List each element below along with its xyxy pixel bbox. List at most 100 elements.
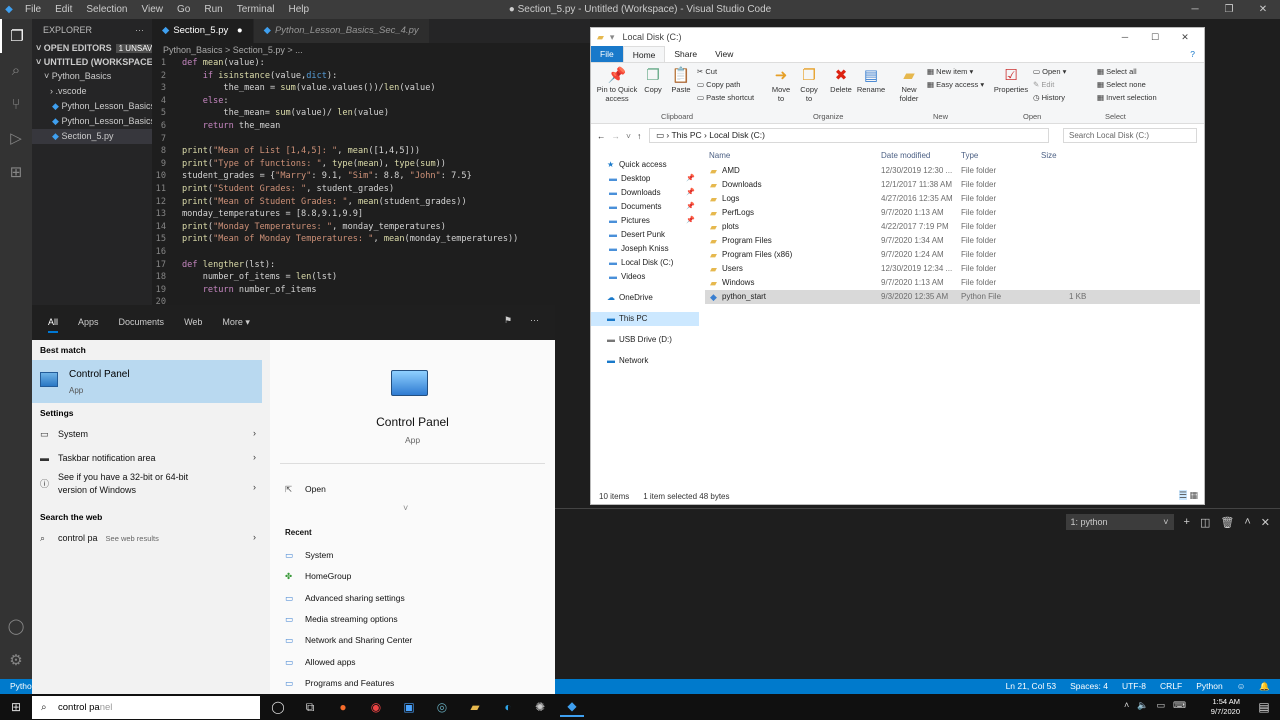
recent-item[interactable]: ▭ Programs and Features [285, 678, 394, 689]
forward-icon[interactable]: → [612, 131, 621, 141]
more-actions-icon[interactable]: ··· [135, 19, 144, 41]
menu-terminal[interactable]: Terminal [237, 4, 275, 15]
file-row[interactable]: ▰ Windows 9/7/2020 1:13 AM File folder [705, 276, 1200, 290]
pin-icon[interactable]: 📌 [686, 200, 695, 214]
menu-run[interactable]: Run [204, 4, 222, 15]
code-line[interactable]: 13 monday_temperatures = [8.8,9.1,9.9] [152, 208, 590, 221]
pin-icon[interactable]: 📌 [686, 214, 695, 228]
status-eol[interactable]: CRLF [1160, 679, 1182, 694]
tree-file-selected[interactable]: ◆ Section_5.py [32, 129, 152, 144]
code-line[interactable]: 15 print("Mean of Monday Temperatures: ",… [152, 233, 590, 246]
code-line[interactable]: 18 number_of_items = len(lst) [152, 271, 590, 284]
menu-view[interactable]: View [142, 4, 164, 15]
new-terminal-icon[interactable]: + [1184, 516, 1190, 528]
nav-item[interactable]: ▬ Local Disk (C:) [591, 256, 699, 270]
maximize-button[interactable]: ❐ [1212, 0, 1246, 19]
vscode-taskbar-icon[interactable]: ◆ [560, 697, 584, 717]
crumb-local-disk[interactable]: Local Disk (C:) [709, 130, 765, 140]
chevron-right-icon[interactable]: › [253, 452, 256, 462]
code-line[interactable]: 3 the_mean = sum(value.values())/len(val… [152, 82, 590, 95]
code-line[interactable]: 12 print("Mean of Student Grades: ", mean… [152, 196, 590, 209]
feedback-icon[interactable]: ☺ [1237, 679, 1246, 694]
open-button[interactable]: ▭ Open ▾ [1033, 67, 1066, 76]
nav-item[interactable]: ▬ Joseph Kniss [591, 242, 699, 256]
account-icon[interactable]: ◯ [0, 609, 32, 643]
code-line[interactable]: 14 print("Monday Temperatures: ", monday_… [152, 221, 590, 234]
breadcrumb[interactable]: Python_Basics > Section_5.py > ... [152, 43, 590, 57]
minimize-button[interactable]: ─ [1178, 0, 1212, 19]
paste-shortcut-button[interactable]: ▭ Paste shortcut [697, 93, 754, 102]
col-size[interactable]: Size [1041, 151, 1057, 160]
status-cursor[interactable]: Ln 21, Col 53 [1006, 679, 1057, 694]
search-icon[interactable]: ⌕ [0, 53, 32, 87]
help-icon[interactable]: ? [1181, 46, 1204, 62]
file-row[interactable]: ▰ PerfLogs 9/7/2020 1:13 AM File folder [705, 206, 1200, 220]
pin-quick-access-button[interactable]: 📌 Pin to Quick access [595, 67, 639, 103]
code-line[interactable]: 5 the_mean= sum(value)/ len(value) [152, 107, 590, 120]
code-editor[interactable]: 1 def mean(value): 2 if isinstance(value,d… [152, 57, 590, 307]
nav-item[interactable]: ★ Quick access [591, 158, 699, 172]
col-date[interactable]: Date modified [881, 151, 930, 160]
nav-item[interactable]: ☁ OneDrive [591, 291, 699, 305]
chevron-right-icon[interactable]: › [253, 428, 256, 438]
filter-all[interactable]: All [48, 317, 59, 333]
result-taskbar-notification[interactable]: ▬ Taskbar notification area › [32, 447, 270, 471]
options-icon[interactable]: ··· [530, 315, 539, 326]
code-line[interactable]: 7 [152, 133, 590, 146]
pin-icon[interactable]: 📌 [686, 186, 695, 200]
move-to-button[interactable]: ➜ Move to [769, 67, 793, 103]
status-language[interactable]: Python [1196, 679, 1222, 694]
copy-path-button[interactable]: ▭ Copy path [697, 80, 740, 89]
nav-item[interactable]: ▬ Desktop 📌 [591, 172, 699, 186]
code-line[interactable]: 4 else: [152, 95, 590, 108]
nav-item[interactable]: ▬ Pictures 📌 [591, 214, 699, 228]
code-line[interactable]: 6 return the_mean [152, 120, 590, 133]
chrome-icon[interactable]: ◉ [364, 697, 388, 717]
open-action[interactable]: ⇱ Open [285, 484, 326, 495]
file-row[interactable]: ◆ python_start 9/3/2020 12:35 AM Python Fil… [705, 290, 1200, 304]
clock[interactable]: 1:54 AM 9/7/2020 [1211, 697, 1240, 717]
bell-icon[interactable]: 🔔 [1259, 679, 1270, 694]
large-icons-view-icon[interactable]: ▦ [1189, 490, 1198, 500]
filter-web[interactable]: Web [184, 317, 202, 327]
recent-item[interactable]: ▭ System [285, 550, 333, 561]
code-line[interactable]: 16 [152, 246, 590, 259]
taskbar-search-input[interactable]: ⌕ control panel [32, 696, 260, 719]
task-view-icon[interactable]: ⧉ [298, 697, 322, 717]
file-row[interactable]: ▰ Logs 4/27/2016 12:35 AM File folder [705, 192, 1200, 206]
col-name[interactable]: Name [709, 151, 730, 160]
rename-button[interactable]: ▤ Rename [856, 67, 886, 94]
select-none-button[interactable]: ▦ Select none [1097, 80, 1146, 89]
notifications-icon[interactable]: ▤ [1252, 697, 1276, 717]
result-web-search[interactable]: ⌕ control pa See web results › [32, 527, 270, 551]
nav-item[interactable]: ▬ Desert Punk [591, 228, 699, 242]
col-type[interactable]: Type [961, 151, 978, 160]
expand-chevron-icon[interactable]: ˅ [403, 503, 408, 513]
fe-search-input[interactable]: Search Local Disk (C:) [1063, 128, 1197, 143]
recent-item[interactable]: ▭ Allowed apps [285, 657, 356, 668]
file-explorer-taskbar-icon[interactable]: ▰ [463, 697, 487, 717]
tray-chevron-icon[interactable]: ˄ [1124, 700, 1129, 711]
recent-chevron-icon[interactable]: ˅ [626, 131, 631, 141]
copy-button[interactable]: ❐ Copy [641, 67, 665, 94]
edge-icon[interactable]: ◐ [496, 697, 520, 717]
crumb-this-pc[interactable]: This PC [671, 130, 701, 140]
nav-item[interactable]: ▬ Network [591, 354, 699, 368]
maximize-panel-icon[interactable]: ˄ [1244, 516, 1250, 528]
properties-button[interactable]: ☑ Properties [993, 67, 1029, 94]
close-button[interactable]: ✕ [1246, 0, 1280, 19]
nav-item[interactable]: ▬ Documents 📌 [591, 200, 699, 214]
back-icon[interactable]: ← [597, 131, 606, 141]
code-line[interactable]: 11 print("Student Grades: ", student_grad… [152, 183, 590, 196]
file-row[interactable]: ▰ Program Files (x86) 9/7/2020 1:24 AM File… [705, 248, 1200, 262]
nav-item[interactable]: ▬ This PC [591, 312, 699, 326]
history-button[interactable]: ◷ History [1033, 93, 1065, 102]
up-icon[interactable]: ↑ [637, 131, 641, 141]
code-line[interactable]: 19 return number_of_items [152, 284, 590, 297]
delete-button[interactable]: ✖ Delete [827, 67, 855, 94]
paste-button[interactable]: 📋 Paste [669, 67, 693, 94]
ribbon-tab-share[interactable]: Share [665, 46, 706, 62]
unsaved-dot-icon[interactable]: ● [237, 25, 243, 36]
tree-file[interactable]: ◆ Python_Lesson_Basics.... [32, 99, 152, 114]
code-line[interactable]: 2 if isinstance(value,dict): [152, 70, 590, 83]
